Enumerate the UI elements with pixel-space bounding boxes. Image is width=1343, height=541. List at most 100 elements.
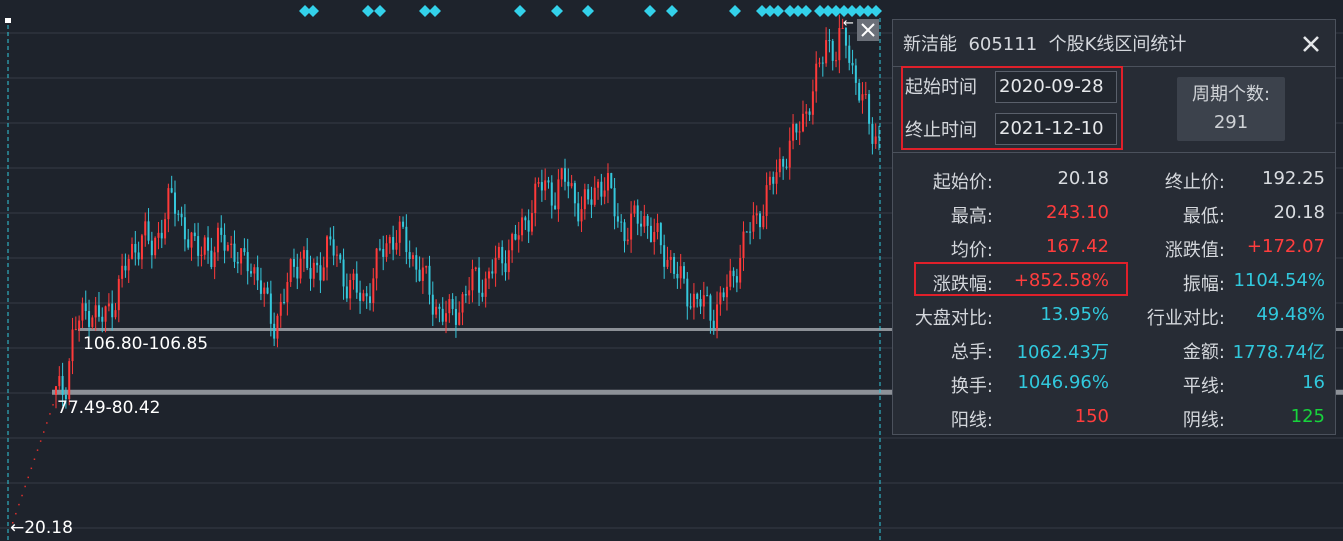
candle-body	[428, 265, 431, 295]
candle-body	[144, 221, 147, 236]
level-label-upper: 106.80-106.85	[83, 334, 209, 354]
down-count-label: 阴线:	[1182, 410, 1225, 431]
candle-body	[131, 243, 134, 259]
candle-body	[825, 40, 828, 64]
start-date-field[interactable]: 2020-09-28	[995, 71, 1117, 103]
candle-body	[716, 304, 719, 329]
panel-title: 新洁能 605111 个股K线区间统计	[903, 34, 1187, 55]
flat-value: 16	[1302, 372, 1325, 393]
open-label: 起始价:	[932, 172, 993, 193]
candle-body	[534, 183, 537, 214]
candle-body	[524, 217, 527, 221]
candle-body	[309, 267, 312, 279]
candle-body	[725, 286, 728, 298]
candle-body	[157, 232, 160, 238]
candle-body	[729, 270, 732, 287]
candle-body	[111, 303, 114, 318]
candle-body	[263, 287, 266, 294]
candle-body	[478, 267, 481, 293]
candle-body	[368, 296, 371, 304]
candle-body	[573, 183, 576, 204]
candle-body	[527, 220, 530, 232]
pre-bar-dot	[24, 485, 26, 488]
candle-body	[253, 267, 256, 274]
down-count-value: 125	[1290, 406, 1325, 427]
candle-body	[481, 292, 484, 297]
signal-diamond	[772, 5, 784, 17]
candle-body	[686, 278, 689, 307]
candle-body	[392, 237, 395, 250]
candle-body	[778, 158, 781, 173]
range-start-handle[interactable]	[5, 18, 11, 23]
candle-body	[435, 306, 438, 315]
candle-body	[88, 310, 91, 327]
candle-body	[283, 302, 286, 304]
candle-body	[269, 293, 272, 324]
candle-body	[203, 237, 206, 255]
candle-body	[326, 236, 329, 268]
candle-body	[134, 243, 137, 253]
candle-body	[147, 221, 150, 241]
candle-body	[835, 60, 838, 62]
candle-body	[97, 305, 100, 317]
candle-body	[606, 173, 609, 191]
candle-body	[127, 258, 130, 271]
candle-body	[84, 303, 87, 311]
candle-body	[759, 213, 762, 228]
candle-body	[742, 231, 745, 258]
candle-body	[448, 299, 451, 314]
candle-body	[871, 123, 874, 144]
candle-body	[540, 182, 543, 191]
candle-body	[570, 183, 573, 187]
candle-body	[838, 28, 841, 61]
candle-body	[322, 267, 325, 281]
cycle-count-box: 周期个数: 291	[1177, 77, 1285, 141]
candle-body	[464, 294, 467, 296]
candle-body	[739, 257, 742, 283]
candle-body	[233, 243, 236, 262]
candle-body	[71, 329, 74, 362]
candle-body	[795, 123, 798, 133]
pre-bar-dot	[33, 458, 36, 460]
candle-body	[702, 295, 705, 307]
candle-body	[355, 273, 358, 293]
candle-body	[722, 292, 725, 298]
candle-body	[173, 192, 176, 214]
candle-body	[785, 166, 788, 168]
candle-body	[107, 303, 110, 307]
candle-body	[580, 209, 583, 222]
candle-body	[735, 276, 738, 283]
signal-diamond	[870, 5, 882, 17]
high-label: 最高:	[950, 206, 993, 227]
candle-body	[782, 158, 785, 167]
chart-close-button[interactable]	[857, 19, 879, 41]
end-date-field[interactable]: 2021-12-10	[995, 113, 1117, 145]
candle-body	[630, 213, 633, 240]
pct-change-value: +852.58%	[1013, 270, 1109, 291]
candle-body	[494, 257, 497, 274]
signal-diamond	[644, 5, 656, 17]
candle-body	[378, 248, 381, 250]
divider	[893, 152, 1335, 153]
pre-bar-dot	[43, 431, 45, 433]
candle-body	[692, 293, 695, 308]
candle-body	[603, 190, 606, 197]
candle-body	[864, 94, 867, 96]
change-label: 涨跌值:	[1164, 240, 1225, 261]
candle-body	[74, 329, 77, 331]
candle-body	[514, 233, 517, 240]
candle-body	[547, 180, 550, 183]
candle-body	[577, 203, 580, 222]
candle-body	[458, 312, 461, 325]
amplitude-label: 振幅:	[1182, 274, 1225, 295]
candle-body	[398, 221, 401, 243]
candle-body	[663, 245, 666, 267]
candle-body	[114, 310, 117, 318]
amount-label: 金额:	[1182, 342, 1225, 363]
candle-body	[78, 320, 81, 330]
close-icon[interactable]	[1301, 34, 1321, 54]
flat-label: 平线:	[1182, 376, 1225, 397]
up-count-label: 阳线:	[950, 410, 993, 431]
candle-body	[712, 320, 715, 329]
candle-body	[643, 216, 646, 227]
